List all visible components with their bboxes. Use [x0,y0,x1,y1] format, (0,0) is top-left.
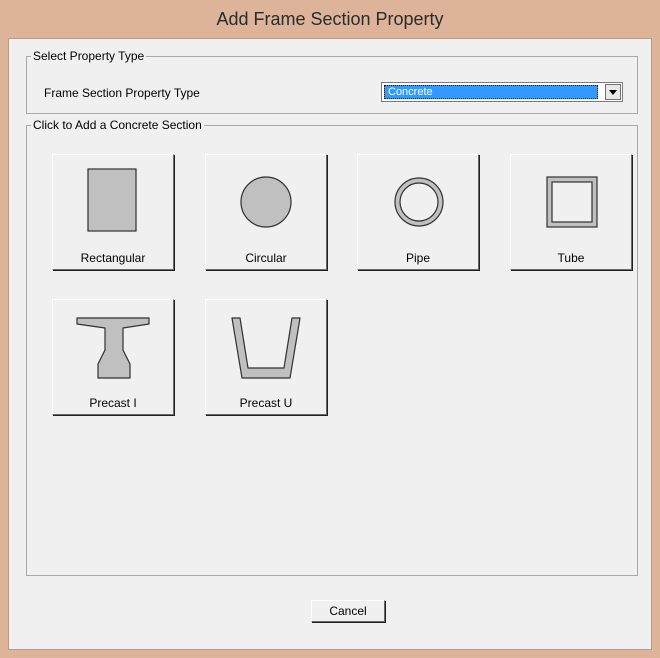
precast-u-section-button[interactable]: Precast U [205,299,327,415]
precast-i-label: Precast I [89,396,137,410]
precast-i-section-icon [76,317,150,379]
rectangular-label: Rectangular [80,251,146,265]
concrete-sections-legend: Click to Add a Concrete Section [33,118,202,132]
pipe-section-button[interactable]: Pipe [357,154,479,270]
frame-section-property-type-dropdown[interactable]: Concrete [381,82,623,102]
pipe-label: Pipe [405,251,431,265]
circular-section-button[interactable]: Circular [205,154,327,270]
dropdown-selected-value: Concrete [384,85,598,99]
rectangular-section-icon [87,168,137,232]
precast-i-section-button[interactable]: Precast I [52,299,174,415]
window-title: Add Frame Section Property [216,8,444,29]
tube-label: Tube [557,251,585,265]
dropdown-arrow-icon[interactable] [605,84,621,100]
circular-section-icon [240,176,292,228]
precast-u-label: Precast U [239,396,293,410]
rectangular-section-button[interactable]: Rectangular [52,154,174,270]
circular-label: Circular [245,251,287,265]
select-property-type-legend: Select Property Type [33,49,145,63]
frame-section-property-type-label: Frame Section Property Type [44,86,200,100]
cancel-button[interactable]: Cancel [311,600,385,622]
tube-section-icon [546,176,598,228]
dialog-window: Add Frame Section Property Select Proper… [0,0,660,658]
precast-u-section-icon [231,317,301,379]
tube-section-button[interactable]: Tube [510,154,632,270]
pipe-section-icon [394,177,444,227]
